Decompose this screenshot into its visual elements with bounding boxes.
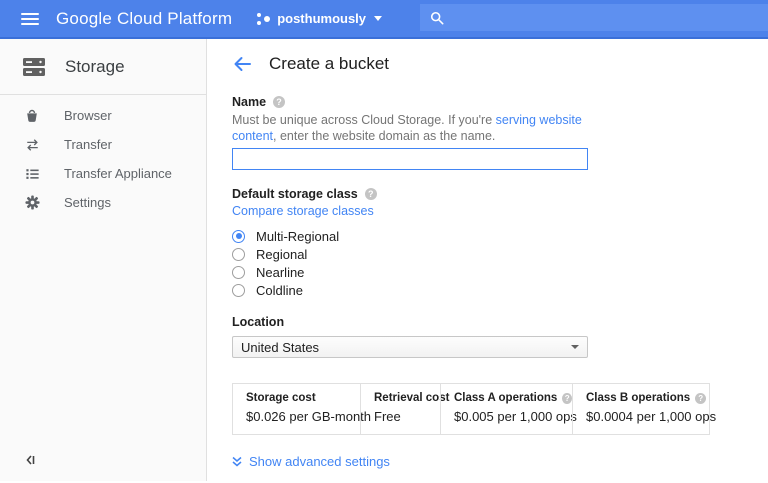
storage-class-label: Default storage class [232,187,358,201]
radio-coldline[interactable]: Coldline [232,281,588,299]
sidebar-item-transfer[interactable]: Transfer [0,130,206,159]
search-icon [430,11,444,25]
search-input[interactable] [420,4,768,31]
name-label: Name [232,95,266,109]
storage-logo-icon [23,58,45,76]
pricing-cell-retrieval-cost: Retrieval cost Free [360,384,440,434]
caret-down-icon [374,16,382,21]
radio-multi-regional[interactable]: Multi-Regional [232,227,588,245]
sidebar-item-transfer-appliance[interactable]: Transfer Appliance [0,159,206,188]
radio-regional[interactable]: Regional [232,245,588,263]
top-app-bar: Google Cloud Platform posthumously [0,0,768,39]
brand-title: Google Cloud Platform [56,9,232,29]
sidebar-title: Storage [65,57,125,77]
location-selected-value: United States [241,340,571,355]
sidebar: Storage Browser Trans [0,39,207,481]
pricing-cell-storage-cost: Storage cost $0.026 per GB-month [233,384,360,434]
radio-button[interactable] [232,284,245,297]
radio-nearline[interactable]: Nearline [232,263,588,281]
location-select[interactable]: United States [232,336,588,358]
transfer-arrows-icon [24,137,40,153]
menu-icon[interactable] [21,13,39,25]
compare-storage-classes-link[interactable]: Compare storage classes [232,204,374,218]
pricing-table: Storage cost $0.026 per GB-month Retriev… [232,383,710,435]
radio-button-selected[interactable] [232,230,245,243]
sidebar-item-settings[interactable]: Settings [0,188,206,217]
project-selector[interactable]: posthumously [256,11,382,26]
pricing-cell-class-a-operations: Class A operations ? $0.005 per 1,000 op… [440,384,572,434]
help-icon[interactable]: ? [273,96,285,108]
radio-button[interactable] [232,248,245,261]
radio-button[interactable] [232,266,245,279]
back-arrow-icon[interactable] [232,54,252,74]
project-dots-icon [256,12,270,26]
show-advanced-settings-link[interactable]: Show advanced settings [232,454,768,469]
project-name: posthumously [277,11,366,26]
location-label: Location [232,315,284,329]
page-title: Create a bucket [269,54,389,74]
sidebar-item-label: Transfer [64,137,112,152]
help-icon[interactable]: ? [562,393,572,404]
sidebar-header: Storage [0,39,206,95]
bucket-name-input[interactable] [232,148,588,170]
caret-down-icon [571,345,579,349]
collapse-panel-icon[interactable] [24,453,36,471]
sidebar-nav: Browser Transfer [0,95,206,217]
name-description: Must be unique across Cloud Storage. If … [232,112,588,144]
sidebar-item-label: Browser [64,108,112,123]
main-content: Create a bucket Name ? Must be unique ac… [207,39,768,481]
gear-icon [24,195,40,211]
pricing-cell-class-b-operations: Class B operations ? $0.0004 per 1,000 o… [572,384,711,434]
double-chevron-down-icon [232,456,242,467]
page-header: Create a bucket [207,39,768,74]
sidebar-item-label: Transfer Appliance [64,166,172,181]
appliance-list-icon [24,166,40,182]
bucket-icon [24,108,40,124]
help-icon[interactable]: ? [695,393,706,404]
sidebar-item-browser[interactable]: Browser [0,101,206,130]
help-icon[interactable]: ? [365,188,377,200]
sidebar-item-label: Settings [64,195,111,210]
